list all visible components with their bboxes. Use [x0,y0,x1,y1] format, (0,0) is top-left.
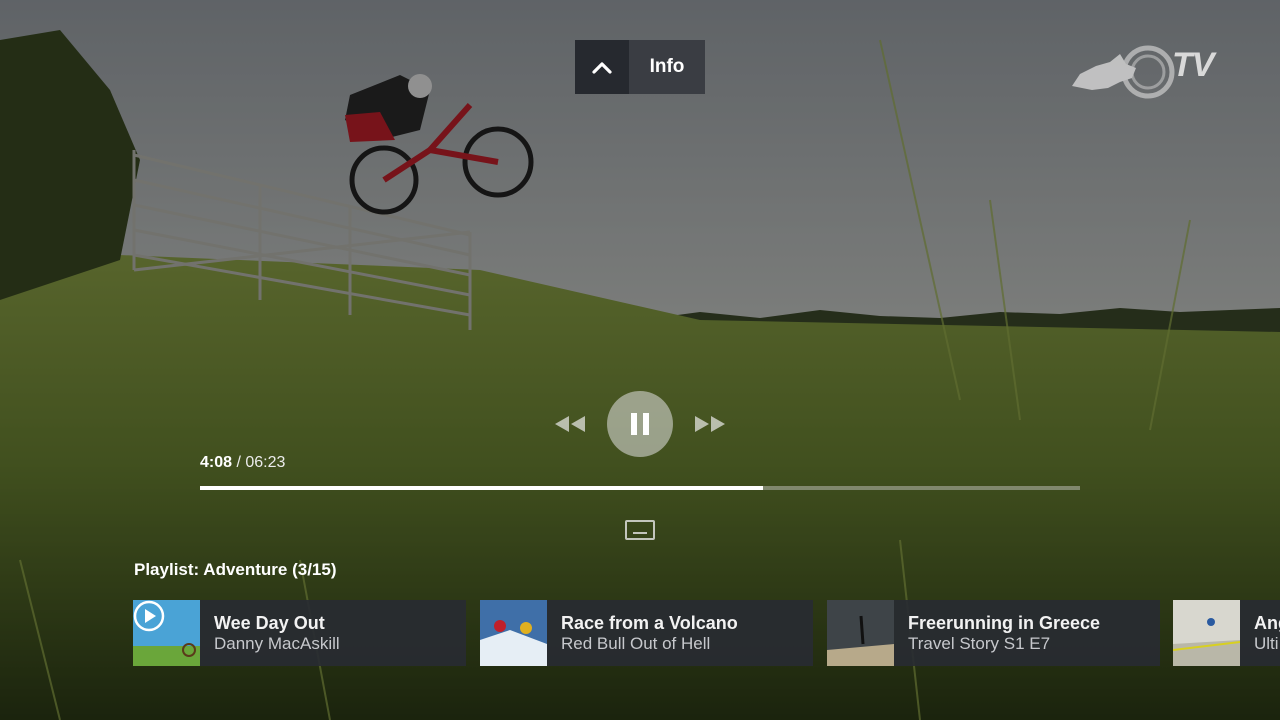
pause-button[interactable] [607,391,673,457]
info-tab[interactable]: Info [575,40,705,94]
playlist-item-title: Freerunning in Greece [908,613,1101,633]
subtitles-button[interactable] [624,519,656,541]
total-time: / 06:23 [236,454,286,471]
playlist-item-subtitle: Danny MacAskill [214,634,340,653]
play-icon [133,600,165,632]
progress-fill [200,486,764,490]
info-label[interactable]: Info [629,40,705,94]
playlist-item-subtitle: Red Bull Out of Hell [561,634,711,653]
rewind-icon[interactable] [554,414,586,434]
playlist-thumbnail [827,600,894,666]
chevron-up-icon[interactable] [575,40,629,94]
playlist-item-title: Ang [1254,613,1280,633]
playlist-item[interactable]: Race from a Volcano Red Bull Out of Hell [480,600,813,666]
playlist-item[interactable]: Wee Day Out Danny MacAskill [133,600,466,666]
pause-icon [631,413,649,435]
playlist-item-title: Race from a Volcano [561,613,738,633]
playlist-item-subtitle: Ulti [1254,634,1279,653]
playlist-item[interactable]: Freerunning in Greece Travel Story S1 E7 [827,600,1160,666]
progress-bar[interactable] [200,486,1080,490]
playlist-item-subtitle: Travel Story S1 E7 [908,634,1051,653]
current-time: 4:08 [200,454,233,471]
time-display: 4:08 / 06:23 [200,454,285,472]
fast-forward-icon[interactable] [694,414,726,434]
playlist-title: Playlist: Adventure (3/15) [134,560,337,579]
playlist-thumbnail [1173,600,1240,666]
playlist-thumbnail [133,600,200,666]
logo-tv-text: TV [1172,46,1214,84]
playlist-item[interactable]: Ang Ulti [1173,600,1280,666]
playlist-thumbnail [480,600,547,666]
playlist-item-title: Wee Day Out [214,613,325,633]
subtitles-icon [625,520,655,540]
